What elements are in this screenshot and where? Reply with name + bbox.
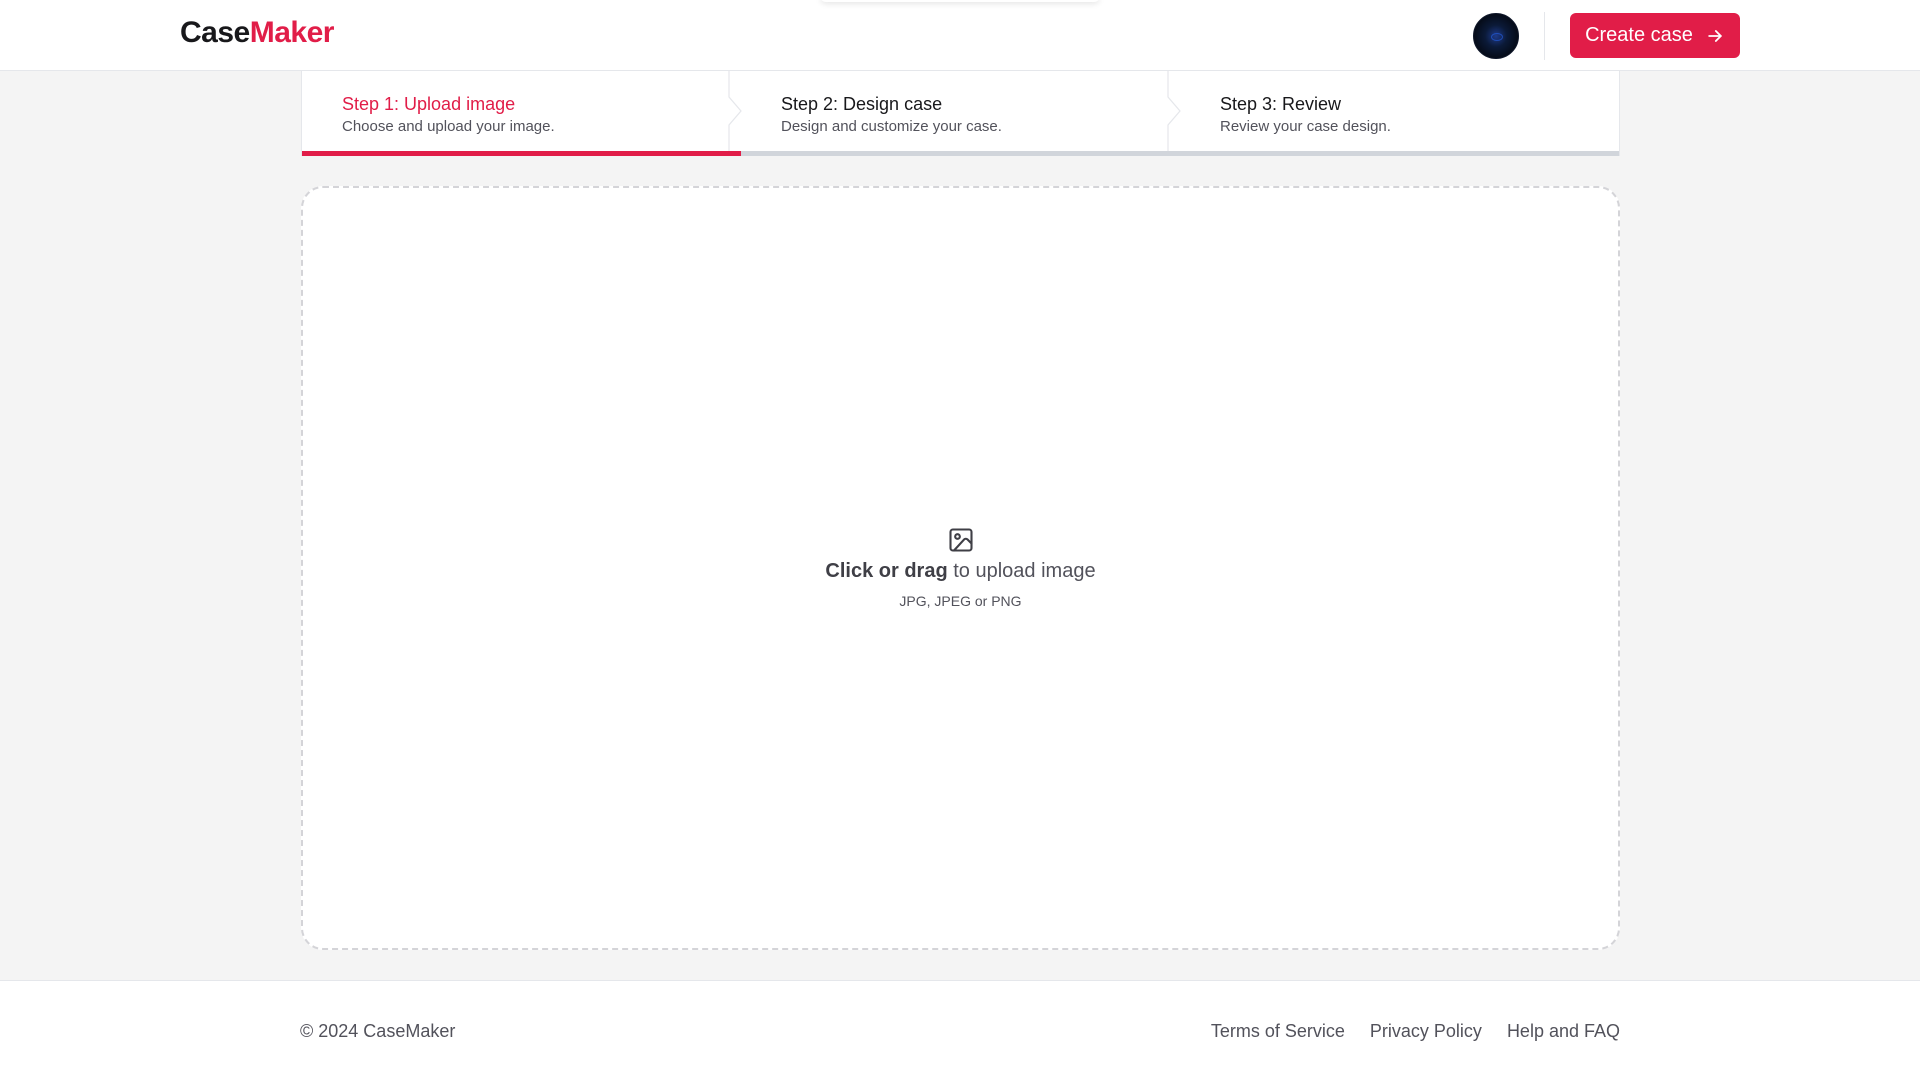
site-footer: © 2024 CaseMaker Terms of Service Privac… — [0, 980, 1920, 1080]
user-avatar[interactable] — [1473, 13, 1519, 59]
step-review[interactable]: Step 3: Review Review your case design. — [1180, 71, 1619, 156]
step-description: Choose and upload your image. — [342, 118, 555, 135]
image-dropzone[interactable]: Click or drag to upload image JPG, JPEG … — [301, 186, 1620, 950]
step-design-case[interactable]: Step 2: Design case Design and customize… — [741, 71, 1181, 156]
image-icon — [948, 528, 973, 552]
step-description: Design and customize your case. — [781, 118, 1002, 135]
create-case-button[interactable]: Create case — [1570, 13, 1740, 58]
step-title: Step 2: Design case — [781, 94, 943, 114]
create-case-label: Create case — [1585, 24, 1693, 46]
copyright: © 2024 CaseMaker — [300, 1021, 456, 1041]
dropzone-rest-text: to upload image — [947, 560, 1096, 582]
help-faq-link[interactable]: Help and FAQ — [1507, 1021, 1620, 1042]
terms-link[interactable]: Terms of Service — [1211, 1021, 1345, 1042]
header-divider — [1544, 12, 1545, 60]
footer-links: Terms of Service Privacy Policy Help and… — [1211, 1021, 1620, 1042]
step-separator-icon — [1167, 71, 1181, 151]
step-title: Step 3: Review — [1220, 94, 1342, 114]
step-description: Review your case design. — [1220, 118, 1391, 135]
step-title: Step 1: Upload image — [342, 94, 516, 114]
header-notch — [820, 0, 1100, 2]
arrow-right-icon — [1708, 29, 1722, 42]
privacy-link[interactable]: Privacy Policy — [1370, 1021, 1482, 1042]
step-separator-icon — [728, 71, 742, 151]
step-upload-image[interactable]: Step 1: Upload image Choose and upload y… — [302, 71, 742, 156]
logo[interactable]: CaseMaker — [180, 16, 334, 50]
logo-case: Case — [180, 16, 250, 49]
logo-maker: Maker — [249, 16, 335, 49]
dropzone-text: Click or drag to upload image — [825, 560, 1095, 583]
site-header: CaseMaker Create case — [0, 0, 1920, 71]
dropzone-bold-text: Click or drag — [825, 560, 948, 582]
steps-nav: Step 1: Upload image Choose and upload y… — [301, 71, 1620, 156]
dropzone-content: Click or drag to upload image JPG, JPEG … — [303, 526, 1618, 609]
dropzone-file-types: JPG, JPEG or PNG — [899, 593, 1022, 609]
